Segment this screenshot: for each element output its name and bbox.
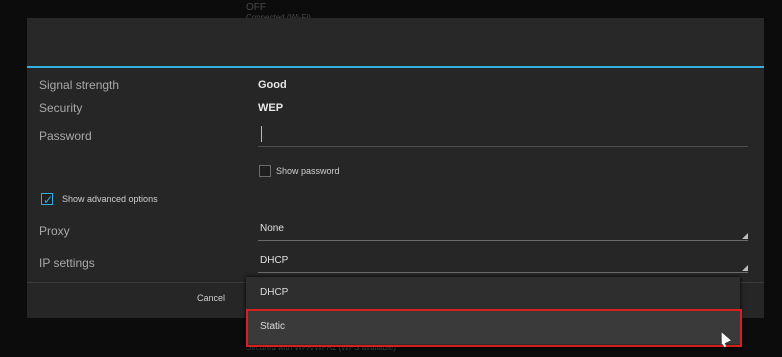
proxy-label: Proxy (39, 224, 70, 238)
text-caret (261, 126, 262, 142)
show-advanced-label: Show advanced options (62, 194, 158, 204)
background-status-text: OFF (246, 2, 266, 13)
password-input[interactable] (258, 122, 748, 147)
dropdown-arrow-icon (742, 265, 748, 271)
proxy-spinner-value: None (260, 223, 284, 234)
ip-settings-label: IP settings (39, 256, 95, 270)
dropdown-option-dhcp[interactable]: DHCP (246, 277, 740, 311)
security-value: WEP (258, 102, 284, 114)
annotation-highlight-box (246, 309, 742, 347)
password-label: Password (39, 129, 92, 143)
signal-strength-value: Good (258, 79, 287, 91)
checkmark-icon: ✓ (43, 193, 54, 207)
dropdown-arrow-icon (742, 233, 748, 239)
dropdown-option-label: DHCP (260, 287, 289, 298)
show-password-label: Show password (276, 166, 340, 176)
cancel-button-label: Cancel (197, 293, 226, 303)
show-password-checkbox[interactable] (259, 165, 271, 177)
ip-settings-spinner-value: DHCP (260, 255, 289, 266)
proxy-spinner[interactable]: None (258, 220, 748, 241)
dialog-header (27, 18, 764, 68)
ip-settings-spinner[interactable]: DHCP (258, 252, 748, 273)
security-label: Security (39, 101, 83, 115)
signal-strength-label: Signal strength (39, 78, 120, 92)
wifi-dialog: Signal strength Good Security WEP Passwo… (27, 18, 764, 318)
